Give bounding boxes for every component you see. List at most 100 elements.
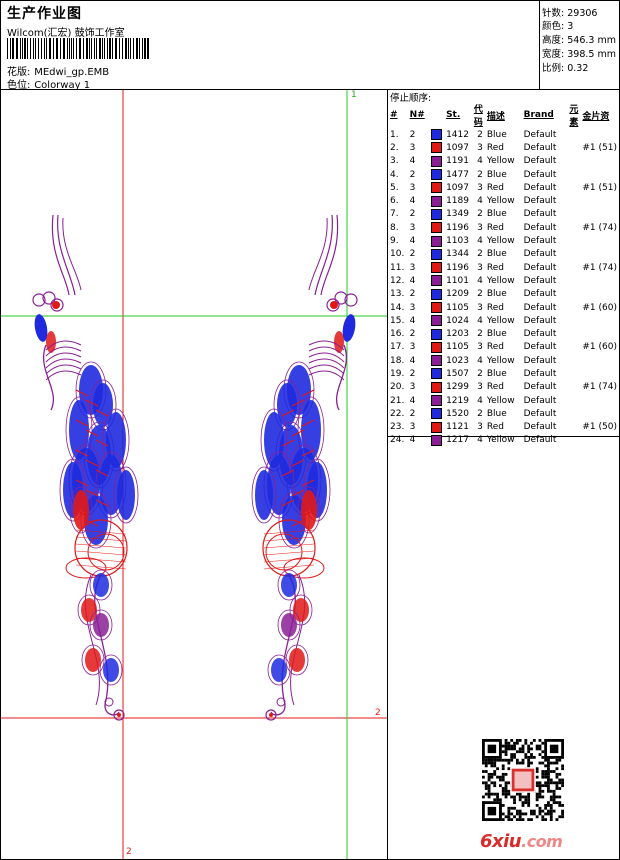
qr-module xyxy=(510,744,514,748)
row-needle: 3 xyxy=(409,302,416,313)
qr-module xyxy=(482,770,485,773)
row-swatch xyxy=(429,367,444,380)
row-code: 4 xyxy=(477,156,483,167)
qr-module xyxy=(501,750,505,754)
color-swatch xyxy=(431,195,443,207)
qr-module xyxy=(561,778,564,782)
barcode-bar xyxy=(122,38,123,59)
scale-value: 0.32 xyxy=(567,63,589,74)
stat-height: 高度: 546.3 mm xyxy=(542,32,616,46)
row-needle: 2 xyxy=(409,169,416,180)
qr-module xyxy=(527,761,531,765)
table-row: 15. 4 1024 4 Yellow Default xyxy=(388,314,619,327)
leaf-red xyxy=(289,648,305,672)
qr-module xyxy=(524,798,528,802)
qr-module xyxy=(524,753,528,756)
row-brand: Default xyxy=(523,249,557,260)
qr-module xyxy=(504,772,508,776)
qr-module xyxy=(544,772,548,776)
row-description: Red xyxy=(486,302,504,313)
qr-module xyxy=(541,770,545,773)
qr-module xyxy=(507,758,511,762)
row-description: Red xyxy=(486,142,504,153)
qr-module xyxy=(544,758,548,762)
row-swatch xyxy=(429,301,444,314)
row-code: 3 xyxy=(477,342,483,353)
row-description: Yellow xyxy=(486,275,515,286)
production-sheet: 生产作业图 Wilcom(汇宏) 鼓饰工作室 花版: MEdwi_gp.EMB … xyxy=(0,0,620,860)
barcode-bar xyxy=(7,38,8,59)
qr-module xyxy=(530,761,533,765)
qr-module xyxy=(552,781,556,785)
qr-module xyxy=(558,758,562,762)
row-index: 8. xyxy=(390,222,399,233)
qr-module xyxy=(490,792,494,796)
row-swatch xyxy=(429,381,444,394)
qr-module xyxy=(490,761,494,765)
qr-module xyxy=(535,775,539,779)
row-code: 4 xyxy=(477,236,483,247)
qr-module xyxy=(547,784,550,788)
qr-module xyxy=(535,747,539,751)
row-sequin xyxy=(580,155,619,168)
row-sequin: #1 (50) xyxy=(582,422,617,433)
qr-module xyxy=(513,755,516,759)
qr-module xyxy=(484,761,488,765)
row-index: 3. xyxy=(390,156,399,167)
qr-module xyxy=(521,804,525,807)
qr-module xyxy=(518,815,522,819)
qr-module xyxy=(507,812,511,816)
barcode-bar xyxy=(46,38,47,59)
header-panel: 生产作业图 Wilcom(汇宏) 鼓饰工作室 花版: MEdwi_gp.EMB … xyxy=(1,1,540,91)
tendril xyxy=(51,214,70,296)
qr-module xyxy=(487,772,491,776)
qr-module xyxy=(549,761,553,765)
colorway-label: 色位: xyxy=(7,80,31,91)
qr-module xyxy=(490,764,494,768)
qr-module xyxy=(527,795,531,799)
qr-module xyxy=(510,758,514,762)
qr-module xyxy=(541,755,545,759)
barcode-bar xyxy=(128,38,129,59)
row-needle: 3 xyxy=(409,182,416,193)
row-sequin xyxy=(580,248,619,261)
row-stitches: 1219 xyxy=(446,395,469,406)
row-index: 1. xyxy=(390,129,399,140)
qr-module xyxy=(532,755,536,759)
qr-module xyxy=(538,781,542,785)
qr-module xyxy=(482,775,485,779)
qr-module xyxy=(504,784,508,788)
spiral-center xyxy=(117,713,121,717)
qr-module xyxy=(555,775,559,779)
row-swatch xyxy=(429,327,444,340)
row-needle: 2 xyxy=(409,329,416,340)
qr-module xyxy=(549,812,553,816)
row-description: Blue xyxy=(486,408,507,419)
row-sequin: #1 (74) xyxy=(582,382,617,393)
row-index: 11. xyxy=(390,262,405,273)
row-needle: 3 xyxy=(409,142,416,153)
row-brand: Default xyxy=(523,315,557,326)
lace-hatch xyxy=(263,543,315,549)
barcode-bar xyxy=(96,38,97,59)
row-brand: Default xyxy=(523,395,557,406)
qr-module xyxy=(552,761,556,765)
barcode-bar xyxy=(109,38,111,59)
row-swatch xyxy=(429,288,444,301)
page-title: 生产作业图 xyxy=(7,6,82,22)
qr-module xyxy=(538,809,542,813)
row-description: Blue xyxy=(486,289,507,300)
row-element xyxy=(567,354,580,367)
stop-sequence-panel: 停止顺序: # N# St. 代码 描述 Brand 元素 金片资 1. 2 141… xyxy=(388,90,619,446)
scale-label: 比例: xyxy=(542,63,565,74)
qr-module xyxy=(493,781,497,785)
row-needle: 4 xyxy=(409,236,416,247)
row-element xyxy=(567,341,580,354)
row-code: 4 xyxy=(477,395,483,406)
qr-module xyxy=(504,815,508,819)
qr-module xyxy=(498,798,502,802)
qr-module xyxy=(552,801,556,805)
row-sequin xyxy=(580,234,619,247)
qr-module xyxy=(527,750,531,754)
row-description: Red xyxy=(486,222,504,233)
